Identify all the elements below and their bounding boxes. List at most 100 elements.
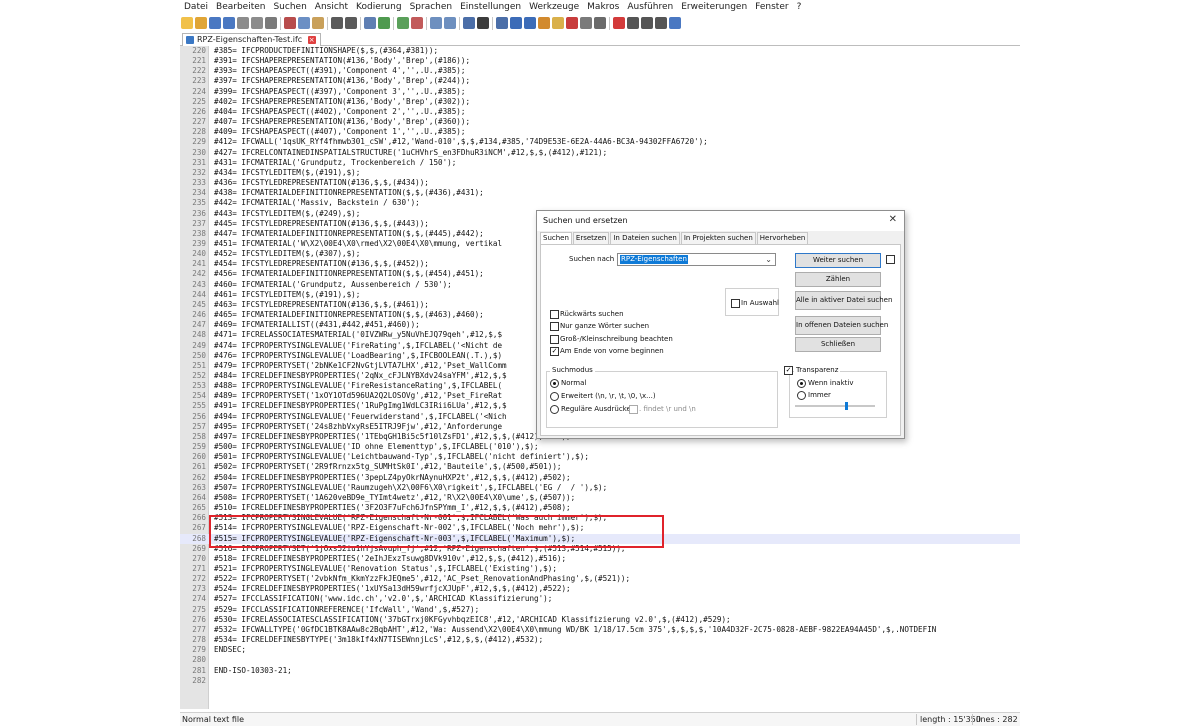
redo-icon[interactable] [345,17,357,29]
tab-in-projekten-suchen[interactable]: In Projekten suchen [680,232,756,244]
save-icon[interactable] [209,17,221,29]
play-multiple-icon[interactable] [655,17,667,29]
save-all-icon[interactable] [223,17,235,29]
code-line[interactable]: 274 #527= IFCCLASSIFICATION('www.idc.ch',… [180,594,1020,604]
chevron-down-icon[interactable]: ⌄ [765,254,772,265]
menu-item[interactable]: Bearbeiten [216,2,265,12]
code-line[interactable]: 220 #385= IFCPRODUCTDEFINITIONSHAPE($,$,(… [180,46,1020,56]
code-line[interactable]: 280 [180,655,1020,665]
copy-icon[interactable] [298,17,310,29]
monitoring-icon[interactable] [566,17,578,29]
code-line[interactable]: 278 #534= IFCRELDEFINESBYTYPE('3m18kIf4xN… [180,635,1020,645]
find-next-option-checkbox[interactable] [886,255,895,264]
menu-item[interactable]: Werkzeuge [529,2,579,12]
tab-suchen[interactable]: Suchen [540,232,572,244]
new-file-icon[interactable] [181,17,193,29]
undo-icon[interactable] [331,17,343,29]
code-line[interactable]: 227 #407= IFCSHAPEREPRESENTATION(#136,'Bo… [180,117,1020,127]
code-line[interactable]: 235 #442= IFCMATERIAL('Massiv, Backstein … [180,198,1020,208]
transparency-on-lose-focus-radio[interactable] [797,379,806,388]
code-line[interactable]: 228 #409= IFCSHAPEASPECT((#407),'Componen… [180,127,1020,137]
menu-item[interactable]: Makros [587,2,619,12]
tab-ersetzen[interactable]: Ersetzen [572,232,610,244]
search-mode-normal-radio[interactable] [550,379,559,388]
panel-icon[interactable] [580,17,592,29]
show-all-chars-icon[interactable] [477,17,489,29]
word-wrap-icon[interactable] [463,17,475,29]
open-file-icon[interactable] [195,17,207,29]
code-line[interactable]: 264 #508= IFCPROPERTYSET('1A620veBD9e_TYI… [180,493,1020,503]
code-line[interactable]: 231 #431= IFCMATERIAL('Grundputz, Trocken… [180,158,1020,168]
search-input[interactable]: RPZ-Eigenschaften ⌄ [617,253,776,266]
file-tab[interactable]: RPZ-Eigenschaften-Test.ifc × [182,33,321,46]
code-line[interactable]: 279 ENDSEC; [180,645,1020,655]
sync-vertical-icon[interactable] [430,17,442,29]
zoom-out-icon[interactable] [411,17,423,29]
code-line[interactable]: 221 #391= IFCSHAPEREPRESENTATION(#136,'Bo… [180,56,1020,66]
code-line[interactable]: 263 #507= IFCPROPERTYSINGLEVALUE('Raumzug… [180,483,1020,493]
code-line[interactable]: 259 #500= IFCPROPERTYSINGLEVALUE('ID ohne… [180,442,1020,452]
menu-item[interactable]: Erweiterungen [681,2,747,12]
code-line[interactable]: 262 #504= IFCRELDEFINESBYPROPERTIES('3pep… [180,473,1020,483]
find-next-button[interactable]: Weiter suchen [795,253,881,268]
transparency-slider-handle[interactable] [845,402,848,410]
menu-item[interactable]: Suchen [273,2,306,12]
wrap-around-checkbox[interactable]: ✓ [550,347,559,356]
transparency-checkbox[interactable]: ✓ [784,366,793,375]
close-tab-icon[interactable]: × [307,35,316,44]
code-line[interactable]: 275 #529= IFCCLASSIFICATIONREFERENCE('Ifc… [180,605,1020,615]
close-icon[interactable] [237,17,249,29]
count-button[interactable]: Zählen [795,272,881,287]
dot-matches-newline-checkbox[interactable] [629,405,638,414]
code-line[interactable]: 223 #397= IFCSHAPEREPRESENTATION(#136,'Bo… [180,76,1020,86]
code-line[interactable]: 272 #522= IFCPROPERTYSET('2vbkNfm_KkmYzzF… [180,574,1020,584]
transparency-slider-track[interactable] [795,405,875,407]
match-case-checkbox[interactable] [550,335,559,344]
code-line[interactable]: 226 #404= IFCSHAPEASPECT((#402),'Componen… [180,107,1020,117]
find-icon[interactable] [364,17,376,29]
code-line[interactable]: 224 #399= IFCSHAPEASPECT((#397),'Componen… [180,87,1020,97]
code-line[interactable]: 225 #402= IFCSHAPEREPRESENTATION(#136,'Bo… [180,97,1020,107]
transparency-always-radio[interactable] [797,391,806,400]
menu-item[interactable]: Ansicht [315,2,348,12]
udl-icon[interactable] [510,17,522,29]
code-line[interactable]: 234 #438= IFCMATERIALDEFINITIONREPRESENTA… [180,188,1020,198]
cut-icon[interactable] [284,17,296,29]
code-line[interactable]: 260 #501= IFCPROPERTYSINGLEVALUE('Leichtb… [180,452,1020,462]
menu-item[interactable]: Sprachen [410,2,453,12]
sync-horizontal-icon[interactable] [444,17,456,29]
find-all-current-doc-button[interactable]: Alle in aktiver Datei suchen [795,291,892,310]
zoom-in-icon[interactable] [397,17,409,29]
save-macro-icon[interactable] [669,17,681,29]
stop-record-icon[interactable] [627,17,639,29]
tab-hervorheben[interactable]: Hervorheben [756,232,809,244]
code-line[interactable]: 276 #530= IFCRELASSOCIATESCLASSIFICATION(… [180,615,1020,625]
menu-item[interactable]: Datei [184,2,208,12]
code-line[interactable]: 261 #502= IFCPROPERTYSET('2R9fRrnzx5tg_SU… [180,462,1020,472]
folder-workspace-icon[interactable] [552,17,564,29]
in-selection-checkbox[interactable] [731,299,740,308]
code-line[interactable]: 232 #434= IFCSTYLEDITEM($,(#191),$); [180,168,1020,178]
menu-item[interactable]: ? [797,2,802,12]
code-line[interactable]: 222 #393= IFCSHAPEASPECT((#391),'Componen… [180,66,1020,76]
code-line[interactable]: 277 #532= IFCWALLTYPE('0GfDC1BTK8AAw8c2Bq… [180,625,1020,635]
search-mode-extended-radio[interactable] [550,392,559,401]
function-list-icon[interactable] [538,17,550,29]
code-line[interactable]: 233 #436= IFCSTYLEDREPRESENTATION(#136,$,… [180,178,1020,188]
indent-guide-icon[interactable] [496,17,508,29]
paste-icon[interactable] [312,17,324,29]
code-line[interactable]: 265 #510= IFCRELDEFINESBYPROPERTIES('3F2O… [180,503,1020,513]
search-mode-regex-radio[interactable] [550,405,559,414]
backward-checkbox[interactable] [550,310,559,319]
code-line[interactable]: 271 #521= IFCPROPERTYSINGLEVALUE('Renovat… [180,564,1020,574]
close-button[interactable]: Schließen [795,337,881,352]
menu-item[interactable]: Fenster [755,2,788,12]
whole-word-checkbox[interactable] [550,322,559,331]
replace-icon[interactable] [378,17,390,29]
code-line[interactable]: 229 #412= IFCWALL('1qsUK_RYf4fhmwb301_cSW… [180,137,1020,147]
code-line[interactable]: 230 #427= IFCRELCONTAINEDINSPATIALSTRUCTU… [180,148,1020,158]
code-line[interactable]: 273 #524= IFCRELDEFINESBYPROPERTIES('1xUY… [180,584,1020,594]
code-line[interactable]: 281 END-ISO-10303-21; [180,666,1020,676]
code-line[interactable]: 270 #518= IFCRELDEFINESBYPROPERTIES('2eIh… [180,554,1020,564]
menu-item[interactable]: Einstellungen [460,2,521,12]
